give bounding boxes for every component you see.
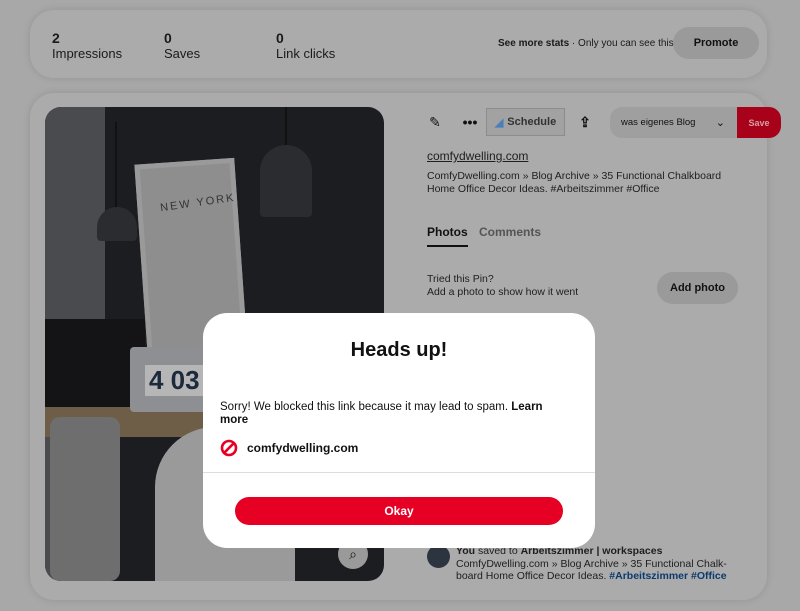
modal-title: Heads up! xyxy=(350,339,448,361)
divider xyxy=(203,472,595,473)
save-button[interactable]: Save xyxy=(737,107,781,138)
stat-link-clicks: 0 Link clicks xyxy=(276,30,336,61)
upload-icon[interactable]: ⇪ xyxy=(574,108,596,136)
privacy-note: · Only you can see this xyxy=(569,38,674,49)
stat-saves: 0 Saves xyxy=(164,30,201,61)
tab-photos[interactable]: Photos xyxy=(427,225,468,247)
see-more-stats-link[interactable]: See more stats xyxy=(498,38,569,49)
activity-item: You saved to Arbeitszimmer | workspaces … xyxy=(456,545,727,582)
clock-display: 4 03 xyxy=(145,365,204,396)
schedule-logo-icon: ◢ xyxy=(494,116,504,129)
tab-comments[interactable]: Comments xyxy=(479,225,541,239)
add-photo-button[interactable]: Add photo xyxy=(657,272,738,304)
promote-button[interactable]: Promote xyxy=(673,27,759,59)
ellipsis-icon[interactable]: ••• xyxy=(459,108,481,136)
board-select[interactable]: was eigenes Blog ⌄ xyxy=(610,107,737,138)
stat-impressions: 2 Impressions xyxy=(52,30,123,61)
okay-button[interactable]: Okay xyxy=(235,497,563,525)
modal-message: Sorry! We blocked this link because it m… xyxy=(220,401,543,426)
pin-link[interactable]: comfydwelling.com xyxy=(427,150,528,163)
blocked-domain: comfydwelling.com xyxy=(220,439,358,457)
spam-warning-modal: Heads up! Sorry! We blocked this link be… xyxy=(203,313,595,548)
prohibited-icon xyxy=(220,439,238,457)
pencil-icon[interactable]: ✎ xyxy=(424,108,446,136)
schedule-button[interactable]: ◢ Schedule xyxy=(486,108,565,136)
pin-description: ComfyDwelling.com » Blog Archive » 35 Fu… xyxy=(427,170,722,195)
avatar[interactable] xyxy=(427,545,450,568)
stats-card: 2 Impressions 0 Saves 0 Link clicks See mor… xyxy=(30,10,767,78)
hashtags[interactable]: #Arbeitszimmer #Office xyxy=(609,570,726,582)
chevron-down-icon: ⌄ xyxy=(715,117,725,129)
tried-pin-text: Tried this Pin? Add a photo to show how i… xyxy=(427,273,579,298)
